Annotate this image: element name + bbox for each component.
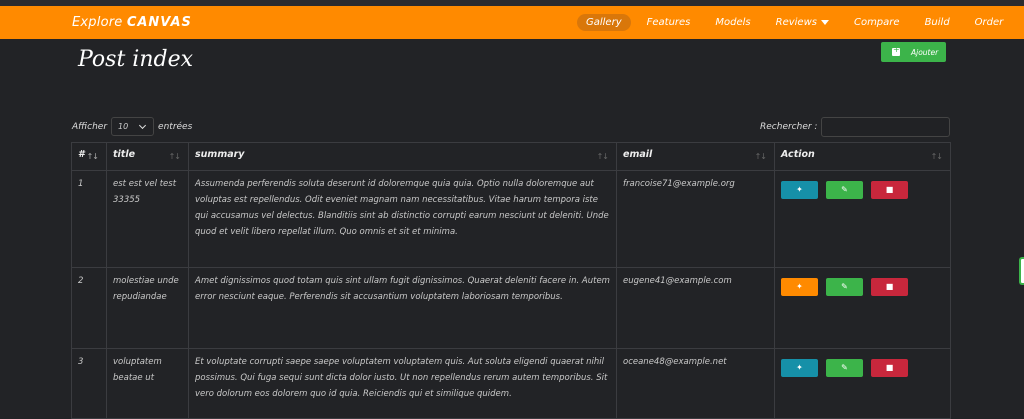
page-length-select[interactable]: 10	[111, 117, 155, 136]
cell-actions: ✦ ✎ ■	[774, 170, 951, 268]
side-feedback-tab[interactable]	[1019, 257, 1024, 285]
pin-icon: ✦	[796, 363, 803, 372]
cell-summary: Amet dignissimos quod totam quis sint ul…	[188, 267, 617, 349]
trash-icon: ■	[885, 363, 894, 372]
navbar: Explore CANVAS Gallery Features Models R…	[0, 6, 1024, 39]
plus-icon	[892, 45, 900, 56]
pin-icon: ✦	[796, 185, 803, 194]
cell-summary: Assumenda perferendis soluta deserunt id…	[188, 170, 617, 268]
pin-icon: ✦	[796, 282, 803, 291]
pin-button[interactable]: ✦	[781, 359, 818, 377]
cell-email: oceane48@example.net	[616, 348, 775, 419]
sort-icon: ↑↓	[86, 152, 99, 161]
nav-item-compare[interactable]: Compare	[854, 17, 900, 28]
nav-item-models[interactable]: Models	[715, 17, 750, 28]
caret-down-icon	[820, 19, 829, 25]
table-row: 3 voluptatem beatae ut Et voluptate corr…	[71, 348, 951, 419]
column-header-title[interactable]: title ↑↓	[106, 142, 189, 171]
column-header-action[interactable]: Action ↑↓	[774, 142, 951, 171]
nav-item-features[interactable]: Features	[647, 17, 691, 28]
edit-button[interactable]: ✎	[826, 359, 863, 377]
cell-email: eugene41@example.com	[616, 267, 775, 349]
sort-icon: ↑↓	[168, 152, 181, 161]
brand-prefix: Explore	[72, 15, 123, 30]
sort-icon: ↑↓	[930, 152, 943, 161]
cell-title: voluptatem beatae ut	[106, 348, 189, 419]
sort-icon: ↑↓	[754, 152, 767, 161]
delete-button[interactable]: ■	[871, 181, 908, 199]
edit-button[interactable]: ✎	[826, 181, 863, 199]
cell-actions: ✦ ✎ ■	[774, 348, 951, 419]
sort-icon: ↑↓	[596, 152, 609, 161]
chevron-down-icon	[139, 121, 147, 130]
posts-table: # ↑↓ title ↑↓ summary ↑↓ email ↑↓ Action ↑↓ 1…	[71, 142, 951, 419]
cell-title: est est vel test 33355	[106, 170, 189, 268]
trash-icon: ■	[885, 185, 894, 194]
nav-item-reviews[interactable]: Reviews	[776, 17, 829, 28]
brand-logo[interactable]: Explore CANVAS	[72, 15, 192, 30]
edit-button[interactable]: ✎	[826, 278, 863, 296]
cell-summary: Et voluptate corrupti saepe saepe volupt…	[188, 348, 617, 419]
page-title: Post index	[78, 47, 193, 72]
edit-icon: ✎	[841, 185, 848, 194]
nav-menu: Gallery Features Models Reviews Compare …	[577, 6, 1024, 39]
page-length-value: 10	[118, 122, 129, 131]
cell-id: 1	[71, 170, 107, 268]
cell-email: francoise71@example.org	[616, 170, 775, 268]
column-header-label: #	[78, 149, 85, 160]
pin-button[interactable]: ✦	[781, 278, 818, 296]
table-header-row: # ↑↓ title ↑↓ summary ↑↓ email ↑↓ Action ↑↓	[71, 142, 951, 171]
delete-button[interactable]: ■	[871, 359, 908, 377]
add-button-label: Ajouter	[911, 47, 939, 57]
cell-id: 3	[71, 348, 107, 419]
table-row: 1 est est vel test 33355 Assumenda perfe…	[71, 170, 951, 268]
table-row: 2 molestiae unde repudiandae Amet dignis…	[71, 267, 951, 349]
nav-item-build[interactable]: Build	[925, 17, 950, 28]
edit-icon: ✎	[841, 363, 848, 372]
column-header-label: summary	[195, 149, 245, 160]
nav-item-order[interactable]: Order	[975, 17, 1004, 28]
column-header-label: email	[623, 149, 653, 160]
cell-actions: ✦ ✎ ■	[774, 267, 951, 349]
nav-item-reviews-label: Reviews	[775, 17, 817, 28]
length-prefix: Afficher	[72, 121, 108, 132]
column-header-label: Action	[781, 149, 815, 160]
page-length-control: Afficher 10 entrées	[72, 117, 192, 136]
brand-name: CANVAS	[126, 15, 192, 30]
column-header-id[interactable]: # ↑↓	[71, 142, 107, 171]
edit-icon: ✎	[841, 282, 848, 291]
search-label: Rechercher :	[760, 122, 818, 132]
column-header-email[interactable]: email ↑↓	[616, 142, 775, 171]
add-button[interactable]: Ajouter	[881, 42, 946, 62]
length-suffix: entrées	[158, 121, 193, 132]
column-header-label: title	[113, 149, 136, 160]
cell-title: molestiae unde repudiandae	[106, 267, 189, 349]
delete-button[interactable]: ■	[871, 278, 908, 296]
cell-id: 2	[71, 267, 107, 349]
pin-button[interactable]: ✦	[781, 181, 818, 199]
search-input[interactable]	[821, 117, 950, 137]
column-header-summary[interactable]: summary ↑↓	[188, 142, 617, 171]
nav-item-gallery[interactable]: Gallery	[577, 14, 631, 31]
trash-icon: ■	[885, 282, 894, 291]
